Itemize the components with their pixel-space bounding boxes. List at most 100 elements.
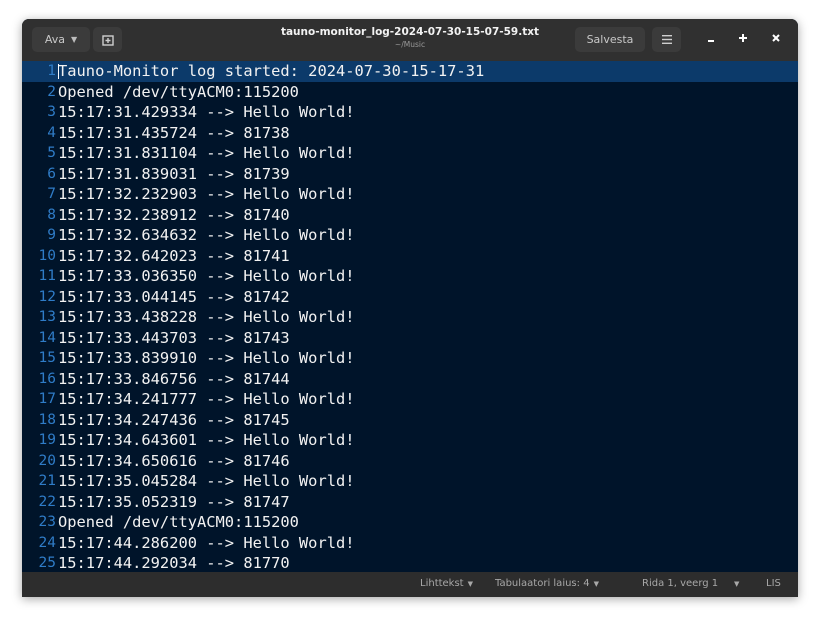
window-title: tauno-monitor_log-2024-07-30-15-07-59.tx… — [280, 26, 540, 38]
line-number: 25 — [38, 555, 56, 572]
open-button-label: Ava — [44, 33, 65, 46]
line-text[interactable]: 15:17:31.839031 --> 81739 — [58, 165, 290, 183]
line-text[interactable]: 15:17:33.036350 --> Hello World! — [58, 267, 355, 285]
window-subtitle: ~/Music — [394, 40, 426, 49]
insert-mode-label: LIS — [766, 578, 781, 589]
line-number: 2 — [47, 83, 56, 100]
line-number: 12 — [38, 288, 56, 305]
editor-line[interactable]: 7 15:17:32.232903 --> Hello World! — [22, 184, 798, 205]
line-text[interactable]: 15:17:33.839910 --> Hello World! — [58, 349, 355, 367]
close-icon — [772, 34, 780, 42]
line-number: 24 — [38, 534, 56, 551]
editor-line[interactable]: 3 15:17:31.429334 --> Hello World! — [22, 102, 798, 123]
line-text[interactable]: 15:17:34.643601 --> Hello World! — [58, 431, 355, 449]
line-number: 8 — [47, 206, 56, 223]
line-number: 17 — [38, 391, 56, 408]
close-button[interactable] — [767, 31, 785, 49]
line-text[interactable]: 15:17:31.429334 --> Hello World! — [58, 103, 355, 121]
editor-line[interactable]: 25 15:17:44.292034 --> 81770 — [22, 553, 798, 574]
line-text[interactable]: 15:17:33.044145 --> 81742 — [58, 288, 290, 306]
line-number: 15 — [38, 350, 56, 367]
maximize-button[interactable] — [734, 31, 752, 49]
minimize-button[interactable] — [702, 31, 720, 49]
editor-line[interactable]: 22 15:17:35.052319 --> 81747 — [22, 492, 798, 513]
tab-width-selector[interactable]: Tabulaatori laius: 4 ▼ — [495, 578, 599, 589]
line-text[interactable]: Opened /dev/ttyACM0:115200 — [58, 83, 299, 101]
line-text[interactable]: 15:17:34.650616 --> 81746 — [58, 452, 290, 470]
new-tab-button[interactable] — [93, 27, 122, 52]
line-text[interactable]: 15:17:31.435724 --> 81738 — [58, 124, 290, 142]
editor-line[interactable]: 16 15:17:33.846756 --> 81744 — [22, 369, 798, 390]
editor-line[interactable]: 19 15:17:34.643601 --> Hello World! — [22, 430, 798, 451]
editor-line[interactable]: 13 15:17:33.438228 --> Hello World! — [22, 307, 798, 328]
line-text[interactable]: 15:17:34.247436 --> 81745 — [58, 411, 290, 429]
editor-line[interactable]: 1 Tauno-Monitor log started: 2024-07-30-1… — [22, 61, 798, 82]
line-text[interactable]: 15:17:44.292034 --> 81770 — [58, 554, 290, 572]
line-number: 5 — [47, 145, 56, 162]
line-text[interactable]: Tauno-Monitor log started: 2024-07-30-15… — [58, 62, 484, 80]
line-number: 23 — [38, 514, 56, 531]
line-text[interactable]: 15:17:32.238912 --> 81740 — [58, 206, 290, 224]
tab-width-label: Tabulaatori laius: 4 — [495, 578, 590, 589]
editor-line[interactable]: 2 Opened /dev/ttyACM0:115200 — [22, 82, 798, 103]
line-number: 11 — [38, 268, 56, 285]
line-text[interactable]: 15:17:33.846756 --> 81744 — [58, 370, 290, 388]
line-text[interactable]: Opened /dev/ttyACM0:115200 — [58, 513, 299, 531]
line-text[interactable]: 15:17:35.045284 --> Hello World! — [58, 472, 355, 490]
editor-line[interactable]: 21 15:17:35.045284 --> Hello World! — [22, 471, 798, 492]
language-label: Lihttekst — [420, 578, 464, 589]
line-number: 16 — [38, 370, 56, 387]
line-number: 13 — [38, 309, 56, 326]
line-number: 10 — [38, 247, 56, 264]
line-text[interactable]: 15:17:44.286200 --> Hello World! — [58, 534, 355, 552]
editor-line[interactable]: 24 15:17:44.286200 --> Hello World! — [22, 533, 798, 554]
editor-line[interactable]: 15 15:17:33.839910 --> Hello World! — [22, 348, 798, 369]
header-bar: Ava ▼ tauno-monitor_log-2024-07-30-15-07… — [22, 19, 798, 61]
editor-line[interactable]: 6 15:17:31.839031 --> 81739 — [22, 164, 798, 185]
editor-line[interactable]: 12 15:17:33.044145 --> 81742 — [22, 287, 798, 308]
cursor-position-indicator[interactable]: Rida 1, veerg 1 — [642, 578, 718, 589]
editor-line[interactable]: 14 15:17:33.443703 --> 81743 — [22, 328, 798, 349]
line-text[interactable]: 15:17:33.438228 --> Hello World! — [58, 308, 355, 326]
chevron-down-icon: ▼ — [467, 580, 473, 588]
editor-line[interactable]: 4 15:17:31.435724 --> 81738 — [22, 123, 798, 144]
window-title-area: tauno-monitor_log-2024-07-30-15-07-59.tx… — [222, 26, 598, 50]
editor-line[interactable]: 5 15:17:31.831104 --> Hello World! — [22, 143, 798, 164]
language-selector[interactable]: Lihttekst ▼ — [420, 578, 473, 589]
main-menu-button[interactable] — [652, 27, 681, 52]
line-number: 14 — [38, 329, 56, 346]
line-text[interactable]: 15:17:32.642023 --> 81741 — [58, 247, 290, 265]
chevron-down-icon: ▼ — [593, 580, 599, 588]
line-number: 7 — [47, 186, 56, 203]
text-editor-area[interactable]: 1 Tauno-Monitor log started: 2024-07-30-1… — [22, 61, 798, 572]
status-bar: Lihttekst ▼ Tabulaatori laius: 4 ▼ Rida 1,… — [22, 572, 798, 597]
line-number: 19 — [38, 432, 56, 449]
line-text[interactable]: 15:17:32.232903 --> Hello World! — [58, 185, 355, 203]
editor-line[interactable]: 20 15:17:34.650616 --> 81746 — [22, 451, 798, 472]
chevron-down-icon[interactable]: ▼ — [734, 580, 739, 588]
line-number: 21 — [38, 473, 56, 490]
line-number: 1 — [47, 63, 56, 80]
line-text[interactable]: 15:17:33.443703 --> 81743 — [58, 329, 290, 347]
line-number: 6 — [47, 165, 56, 182]
editor-line[interactable]: 23 Opened /dev/ttyACM0:115200 — [22, 512, 798, 533]
line-number: 18 — [38, 411, 56, 428]
line-number: 9 — [47, 227, 56, 244]
save-button[interactable]: Salvesta — [575, 27, 645, 52]
editor-line[interactable]: 17 15:17:34.241777 --> Hello World! — [22, 389, 798, 410]
editor-line[interactable]: 11 15:17:33.036350 --> Hello World! — [22, 266, 798, 287]
line-text[interactable]: 15:17:32.634632 --> Hello World! — [58, 226, 355, 244]
editor-line[interactable]: 18 15:17:34.247436 --> 81745 — [22, 410, 798, 431]
line-number: 4 — [47, 124, 56, 141]
editor-line[interactable]: 10 15:17:32.642023 --> 81741 — [22, 246, 798, 267]
line-text[interactable]: 15:17:35.052319 --> 81747 — [58, 493, 290, 511]
line-text[interactable]: 15:17:34.241777 --> Hello World! — [58, 390, 355, 408]
editor-line[interactable]: 9 15:17:32.634632 --> Hello World! — [22, 225, 798, 246]
line-number: 3 — [47, 104, 56, 121]
line-text[interactable]: 15:17:31.831104 --> Hello World! — [58, 144, 355, 162]
open-button[interactable]: Ava ▼ — [32, 27, 90, 52]
line-number: 20 — [38, 452, 56, 469]
editor-line[interactable]: 8 15:17:32.238912 --> 81740 — [22, 205, 798, 226]
cursor-position-label: Rida 1, veerg 1 — [642, 578, 719, 589]
insert-mode-indicator[interactable]: LIS — [766, 578, 781, 589]
